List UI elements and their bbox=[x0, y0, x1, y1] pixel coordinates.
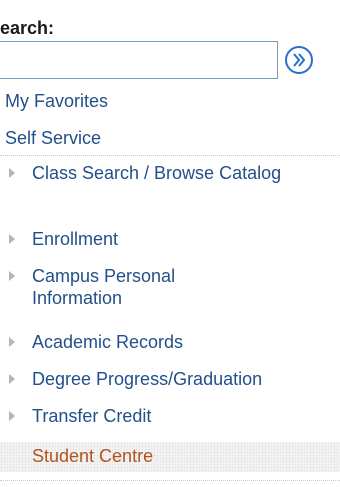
nav-item-label: Enrollment bbox=[32, 229, 119, 249]
self-service-link[interactable]: Self Service bbox=[5, 128, 101, 149]
my-favorites-link[interactable]: My Favorites bbox=[5, 91, 108, 112]
nav-item-label: Class Search / Browse Catalog bbox=[32, 163, 282, 183]
triangle-right-icon bbox=[8, 162, 20, 184]
triangle-right-icon bbox=[8, 265, 20, 287]
triangle-right-icon bbox=[8, 405, 20, 427]
nav-item-label: Campus Personal Information bbox=[32, 266, 176, 308]
search-input[interactable] bbox=[0, 41, 278, 79]
nav-item-student-centre[interactable]: Student Centre bbox=[0, 442, 340, 472]
nav-item-enrollment[interactable]: Enrollment bbox=[8, 228, 338, 250]
nav-item-label: Degree Progress/Graduation bbox=[32, 369, 263, 389]
triangle-right-icon bbox=[8, 228, 20, 250]
nav-item-class-search[interactable]: Class Search / Browse Catalog bbox=[8, 162, 338, 184]
separator bbox=[0, 155, 340, 156]
double-chevron-right-icon bbox=[285, 46, 313, 74]
separator bbox=[0, 480, 340, 481]
triangle-right-icon bbox=[8, 331, 20, 353]
nav-item-label: Student Centre bbox=[32, 446, 154, 466]
nav-item-label: Academic Records bbox=[32, 332, 184, 352]
search-go-button[interactable] bbox=[283, 44, 315, 76]
search-label: earch: bbox=[0, 18, 55, 38]
nav-item-label: Transfer Credit bbox=[32, 406, 152, 426]
nav-item-transfer-credit[interactable]: Transfer Credit bbox=[8, 405, 338, 427]
nav-item-academic-records[interactable]: Academic Records bbox=[8, 331, 338, 353]
triangle-right-icon bbox=[8, 368, 20, 390]
nav-item-degree-progress[interactable]: Degree Progress/Graduation bbox=[8, 368, 338, 390]
nav-item-campus-personal-information[interactable]: Campus Personal Information bbox=[8, 265, 338, 309]
